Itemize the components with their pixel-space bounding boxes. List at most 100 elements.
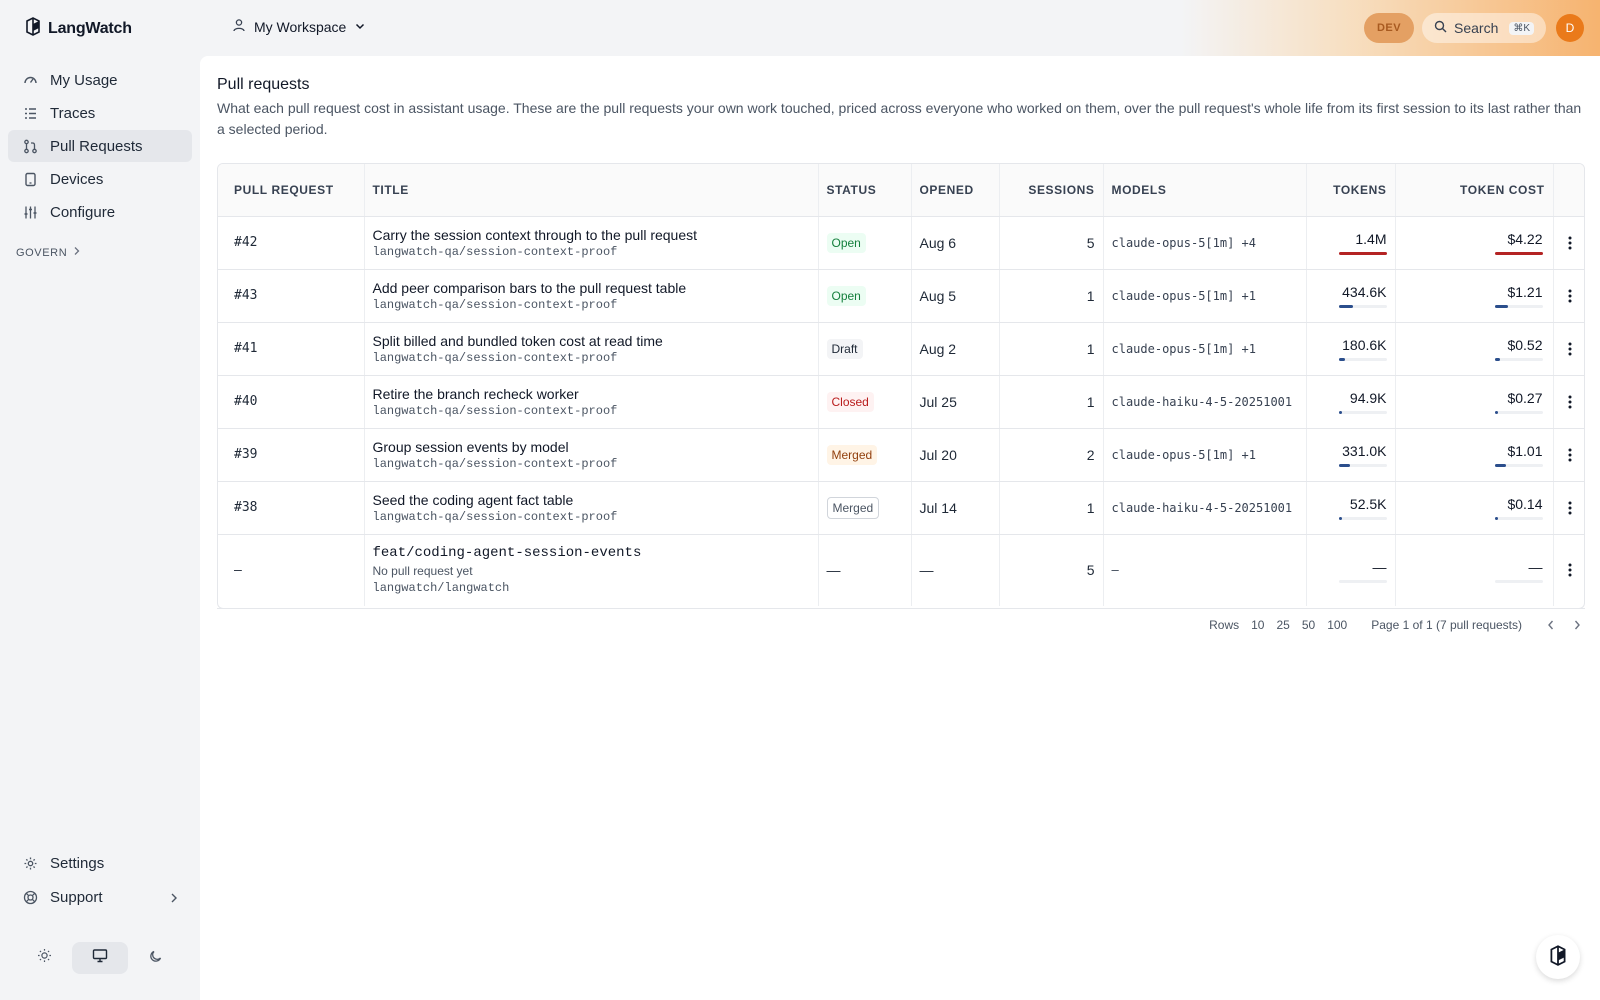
table-row[interactable]: #40 Retire the branch recheck worker lan… [218,375,1584,429]
top-bar: LangWatch My Workspace DEV Search ⌘K D [0,0,1600,56]
cost-value: $1.01 [1507,443,1543,459]
table-row[interactable]: #39 Group session events by model langwa… [218,428,1584,482]
table-row[interactable]: #43 Add peer comparison bars to the pull… [218,269,1584,323]
govern-section-toggle[interactable]: GOVERN [16,246,81,259]
column-header-token-cost[interactable]: TOKEN COST [1394,164,1553,217]
row-actions-button[interactable] [1562,395,1579,409]
pr-title[interactable]: Carry the session context through to the… [373,226,810,244]
token-cost-cell: $0.52 [1394,322,1553,376]
pr-number[interactable]: #42 [218,216,364,270]
repository-name: langwatch-qa/session-context-proof [372,509,618,524]
models-list: claude-opus-5[1m] +1 [1102,322,1306,376]
light-mode-button[interactable] [16,942,72,974]
moon-icon [149,949,163,968]
status-text: — [826,562,841,579]
environment-badge[interactable]: DEV [1364,13,1414,43]
opened-date: Aug 2 [910,322,999,376]
row-actions-button[interactable] [1562,563,1579,577]
tokens-bar-track [1338,517,1387,520]
table-row[interactable]: — feat/coding-agent-session-events No pu… [218,534,1584,606]
chevron-right-icon [170,891,178,908]
sidebar-item-my-usage[interactable]: My Usage [8,64,192,96]
pr-number[interactable]: #43 [218,269,364,323]
tokens-cell: 331.0K [1305,428,1395,482]
cost-bar-track [1494,517,1543,520]
token-cost-cell: $1.01 [1394,428,1553,482]
tokens-value: 1.4M [1355,231,1387,247]
column-header-status[interactable]: STATUS [817,164,911,217]
dark-mode-button[interactable] [128,942,184,974]
more-vertical-icon [1568,342,1572,355]
gauge-icon [22,72,38,88]
title-cell: feat/coding-agent-session-events No pull… [363,534,818,606]
system-mode-button[interactable] [72,942,128,974]
cost-value: — [1528,558,1543,575]
user-icon [232,18,246,35]
chevron-right-icon [73,246,81,259]
rows-option-25[interactable]: 25 [1276,618,1289,632]
sidebar-item-pull-requests[interactable]: Pull Requests [8,130,192,162]
pr-title[interactable]: Seed the coding agent fact table [373,491,810,509]
sidebar-item-devices[interactable]: Devices [8,163,192,195]
pr-number[interactable]: — [218,534,364,606]
column-header-opened[interactable]: OPENED [910,164,999,217]
app-name: LangWatch [48,19,132,37]
sidebar-item-configure[interactable]: Configure [8,196,192,228]
rows-option-10[interactable]: 10 [1251,618,1264,632]
pr-title[interactable]: Retire the branch recheck worker [373,385,810,403]
opened-date: — [910,534,999,606]
table-row[interactable]: #41 Split billed and bundled token cost … [218,322,1584,376]
rows-option-50[interactable]: 50 [1302,618,1315,632]
column-header-pull-request[interactable]: PULL REQUEST [218,164,364,217]
row-actions-button[interactable] [1562,501,1579,515]
avatar[interactable]: D [1556,14,1584,42]
actions-cell [1552,269,1584,323]
sidebar-item-traces[interactable]: Traces [8,97,192,129]
search-button[interactable]: Search ⌘K [1422,13,1546,43]
pr-title[interactable]: Group session events by model [373,438,810,456]
pr-number[interactable]: #40 [218,375,364,429]
row-actions-button[interactable] [1562,289,1579,303]
rows-option-100[interactable]: 100 [1327,618,1347,632]
column-header-tokens[interactable]: TOKENS [1305,164,1395,217]
status-badge: Open [826,285,866,306]
opened-date: Jul 14 [910,481,999,535]
repository-name: langwatch-qa/session-context-proof [372,244,618,259]
pr-number[interactable]: #41 [218,322,364,376]
column-header-models[interactable]: MODELS [1102,164,1306,217]
table-row[interactable]: #38 Seed the coding agent fact table lan… [218,481,1584,535]
opened-date: Aug 5 [910,269,999,323]
more-vertical-icon [1568,563,1572,577]
cost-bar-fill [1494,464,1507,467]
cost-bar-track [1494,358,1543,361]
previous-page-button[interactable] [1546,619,1556,631]
row-actions-button[interactable] [1562,342,1579,356]
row-actions-button[interactable] [1562,448,1579,462]
repository-name: langwatch-qa/session-context-proof [372,350,618,365]
next-page-button[interactable] [1572,619,1582,631]
rows-label: Rows [1209,618,1240,632]
langwatch-logo-icon [24,16,42,41]
cost-value: $0.14 [1507,496,1543,512]
column-header-title[interactable]: TITLE [363,164,818,217]
opened-date: Jul 20 [910,428,999,482]
pr-number[interactable]: #39 [218,428,364,482]
workspace-selector[interactable]: My Workspace [232,18,366,35]
branch-name[interactable]: feat/coding-agent-session-events [373,544,810,562]
table-body: #42 Carry the session context through to… [218,216,1584,606]
sessions-count: 1 [998,375,1103,429]
pr-number[interactable]: #38 [218,481,364,535]
row-actions-button[interactable] [1562,236,1579,250]
chevron-left-icon [1548,620,1554,630]
token-cost-cell: — [1394,534,1553,606]
pr-title[interactable]: Split billed and bundled token cost at r… [373,332,810,350]
logo[interactable]: LangWatch [24,16,132,41]
column-header-sessions[interactable]: SESSIONS [998,164,1103,217]
table-row[interactable]: #42 Carry the session context through to… [218,216,1584,270]
sidebar-item-support[interactable]: Support [8,881,192,913]
pr-title[interactable]: Add peer comparison bars to the pull req… [373,279,810,297]
sidebar-item-settings[interactable]: Settings [8,847,192,879]
actions-cell [1552,481,1584,535]
more-vertical-icon [1568,395,1572,408]
assistant-launcher-button[interactable] [1536,935,1580,979]
